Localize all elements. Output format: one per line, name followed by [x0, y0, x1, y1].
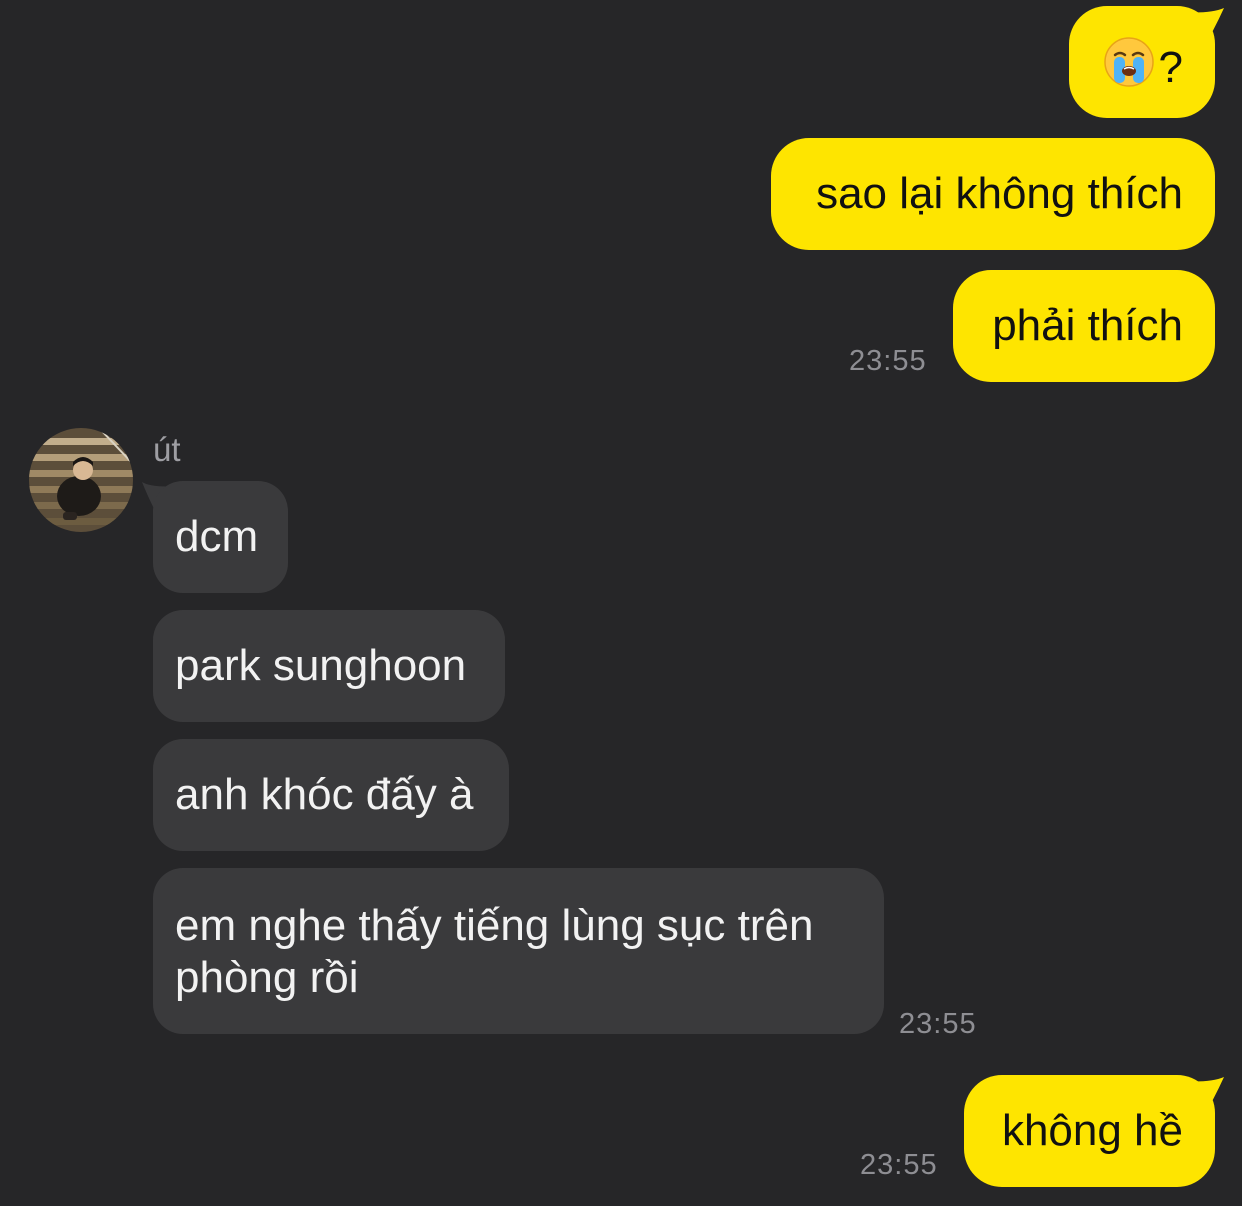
message-timestamp: 23:55 — [860, 1149, 938, 1181]
contact-avatar[interactable] — [29, 428, 133, 532]
message-text: anh khóc đấy à — [175, 770, 474, 819]
message-text: phải thích — [992, 301, 1183, 350]
incoming-message-bubble[interactable]: anh khóc đấy à — [153, 739, 509, 851]
incoming-message-bubble[interactable]: park sunghoon — [153, 610, 505, 722]
message-text-line: phòng rồi — [175, 953, 359, 1002]
message-text: sao lại không thích — [816, 169, 1183, 218]
crying-face-icon — [1103, 36, 1155, 100]
outgoing-message-bubble[interactable]: không hề — [964, 1075, 1215, 1187]
message-text: không hề — [1001, 1106, 1183, 1155]
outgoing-message-bubble[interactable]: sao lại không thích — [771, 138, 1215, 250]
bubble-tail-icon — [1180, 8, 1224, 54]
incoming-message-bubble[interactable]: dcm — [153, 481, 288, 593]
outgoing-message-bubble[interactable]: phải thích — [953, 270, 1215, 382]
message-text-line: em nghe thấy tiếng lùng sục trên — [175, 901, 814, 950]
incoming-message-bubble[interactable]: em nghe thấy tiếng lùng sục trên phòng r… — [153, 868, 884, 1034]
message-text: park sunghoon — [175, 641, 467, 690]
message-timestamp: 23:55 — [899, 1008, 977, 1040]
avatar-photo-icon — [29, 428, 133, 532]
message-timestamp: 23:55 — [849, 345, 927, 377]
contact-name: út — [153, 431, 181, 468]
bubble-tail-icon — [1180, 1077, 1224, 1123]
message-text: dcm — [175, 512, 259, 561]
